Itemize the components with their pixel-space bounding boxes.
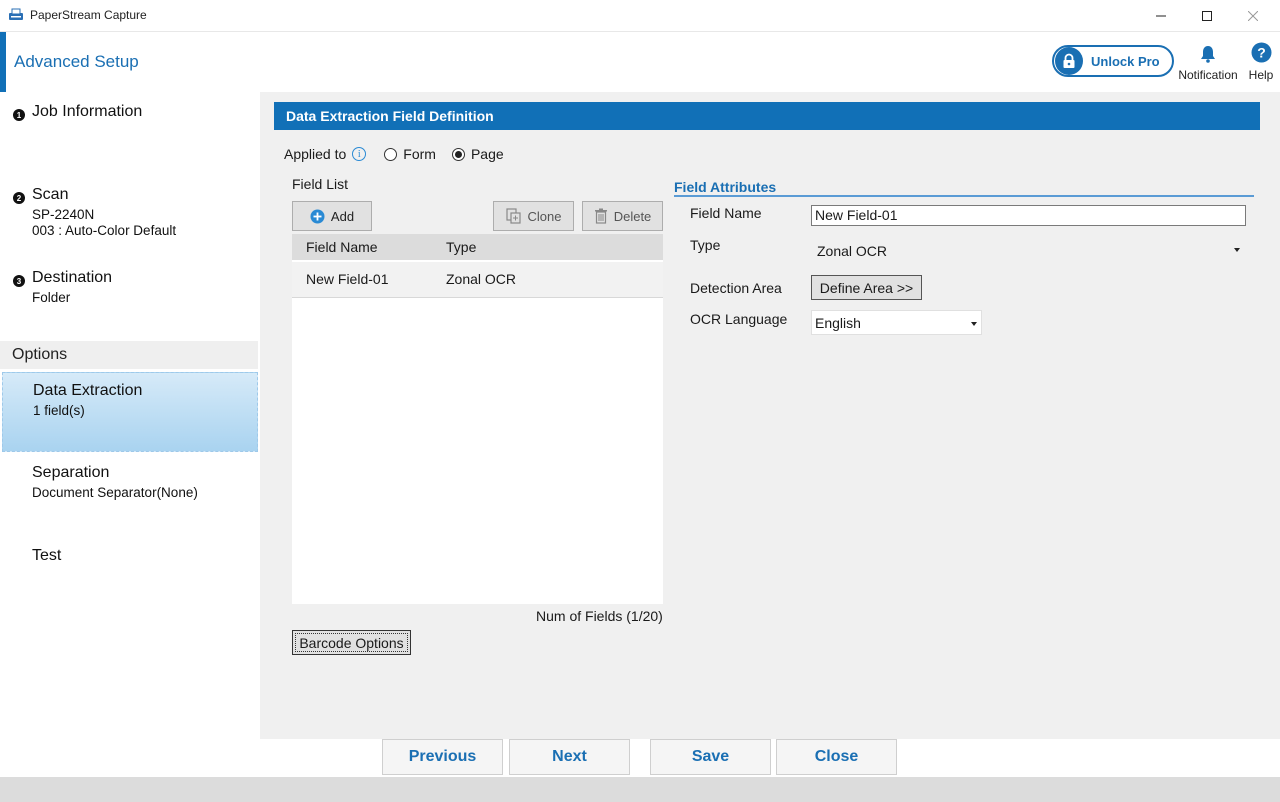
header: Advanced Setup Unlock Pro Notification ?…: [0, 32, 1280, 92]
step-number: 1: [13, 109, 25, 121]
svg-text:?: ?: [1257, 45, 1266, 61]
notification-button[interactable]: Notification: [1176, 41, 1240, 82]
destination-type: Folder: [32, 290, 71, 305]
previous-button[interactable]: Previous: [382, 739, 503, 775]
applied-to-label: Applied to: [284, 146, 347, 162]
scan-profile: 003 : Auto-Color Default: [32, 223, 177, 238]
clone-label: Clone: [527, 208, 562, 224]
notification-label: Notification: [1178, 68, 1238, 82]
field-attributes-divider: [674, 195, 1254, 197]
unlock-pro-label: Unlock Pro: [1091, 53, 1160, 69]
field-attributes-title: Field Attributes: [674, 179, 777, 195]
clone-icon: [505, 208, 522, 224]
type-select-value: Zonal OCR: [817, 243, 888, 259]
minimize-icon: [1156, 15, 1166, 17]
column-header-field-name[interactable]: Field Name: [306, 239, 378, 255]
column-header-type[interactable]: Type: [446, 239, 476, 255]
sidebar-item-separation[interactable]: Separation Document Separator(None): [2, 464, 258, 514]
title-bar: PaperStream Capture: [0, 0, 1280, 32]
ocr-language-label: OCR Language: [690, 311, 788, 327]
section-title: Data Extraction Field Definition: [286, 108, 494, 124]
define-area-button[interactable]: Define Area >>: [811, 275, 922, 300]
main-content: Data Extraction Field Definition Applied…: [260, 92, 1280, 739]
header-accent: [0, 32, 6, 92]
sidebar: 1 Job Information 2 Scan SP-2240N 003 : …: [0, 92, 260, 777]
step-title: Destination: [32, 269, 113, 286]
cell-type: Zonal OCR: [446, 271, 517, 287]
field-list-table: Field Name Type New Field-01 Zonal OCR: [292, 234, 663, 604]
chevron-down-icon: [1234, 248, 1240, 252]
add-label: Add: [330, 208, 355, 224]
option-sub: Document Separator(None): [32, 485, 198, 500]
define-area-label: Define Area >>: [819, 279, 914, 296]
sidebar-step-job-information[interactable]: 1 Job Information: [0, 103, 260, 163]
info-icon[interactable]: i: [352, 147, 367, 161]
section-header: Data Extraction Field Definition: [274, 102, 1260, 130]
chevron-down-icon: [971, 322, 977, 326]
radio-form[interactable]: [384, 147, 398, 161]
close-button[interactable]: Close: [776, 739, 897, 775]
option-title: Separation: [32, 464, 110, 481]
scanner-model: SP-2240N: [32, 207, 95, 222]
step-number: 2: [13, 192, 25, 204]
help-label: Help: [1248, 68, 1274, 82]
options-header: Options: [0, 341, 258, 369]
maximize-icon: [1202, 11, 1212, 21]
bell-icon: [1176, 41, 1240, 63]
help-button[interactable]: ? Help: [1244, 41, 1278, 82]
radio-page-label[interactable]: Page: [471, 146, 504, 162]
cell-field-name: New Field-01: [306, 271, 389, 287]
step-number: 3: [13, 275, 25, 287]
field-list-label: Field List: [292, 176, 349, 192]
clone-field-button[interactable]: Clone: [493, 201, 574, 231]
help-icon: ?: [1244, 41, 1278, 63]
trash-icon: [594, 208, 608, 224]
num-fields-label: Num of Fields (1/20): [536, 608, 663, 624]
save-button[interactable]: Save: [650, 739, 771, 775]
window-title: PaperStream Capture: [30, 8, 147, 22]
scanner-app-icon: [8, 8, 24, 22]
type-select[interactable]: Zonal OCR: [811, 236, 1246, 264]
delete-field-button[interactable]: Delete: [582, 201, 663, 231]
status-strip: [0, 777, 1280, 802]
field-name-input[interactable]: New Field-01: [811, 205, 1246, 226]
step-title: Job Information: [32, 103, 143, 120]
option-sub: 1 field(s): [33, 403, 85, 418]
table-header: Field Name Type: [292, 234, 663, 260]
lock-icon: [1055, 47, 1083, 75]
footer-bar: Previous Next Save Close: [0, 739, 1280, 777]
option-title: Data Extraction: [33, 382, 143, 399]
type-label: Type: [690, 237, 721, 253]
close-window-button[interactable]: [1230, 0, 1276, 32]
close-icon: [1248, 11, 1258, 21]
radio-page[interactable]: [451, 147, 465, 161]
delete-label: Delete: [613, 208, 652, 224]
next-button[interactable]: Next: [509, 739, 630, 775]
radio-selected-dot: [454, 150, 462, 158]
step-title: Scan: [32, 186, 69, 203]
barcode-options-button[interactable]: Barcode Options: [292, 630, 411, 655]
sidebar-step-destination[interactable]: 3 Destination Folder: [0, 269, 260, 319]
sidebar-item-data-extraction[interactable]: Data Extraction 1 field(s): [2, 372, 258, 452]
option-title: Test: [32, 547, 62, 564]
page-title: Advanced Setup: [14, 52, 139, 71]
applied-to-row: Applied to i Form Page: [284, 144, 504, 164]
ocr-language-value: English: [815, 315, 861, 331]
plus-circle-icon: [310, 209, 325, 224]
options-header-label: Options: [12, 346, 68, 363]
unlock-pro-button[interactable]: Unlock Pro: [1052, 45, 1174, 77]
table-row[interactable]: New Field-01 Zonal OCR: [292, 262, 663, 298]
sidebar-item-test[interactable]: Test: [2, 547, 258, 577]
radio-form-label[interactable]: Form: [403, 146, 436, 162]
field-name-label: Field Name: [690, 205, 762, 221]
minimize-button[interactable]: [1138, 0, 1184, 32]
barcode-options-label: Barcode Options: [299, 634, 404, 651]
maximize-button[interactable]: [1184, 0, 1230, 32]
detection-area-label: Detection Area: [690, 280, 782, 296]
sidebar-step-scan[interactable]: 2 Scan SP-2240N 003 : Auto-Color Default: [0, 186, 260, 246]
add-field-button[interactable]: Add: [292, 201, 372, 231]
ocr-language-select[interactable]: English: [811, 310, 982, 335]
